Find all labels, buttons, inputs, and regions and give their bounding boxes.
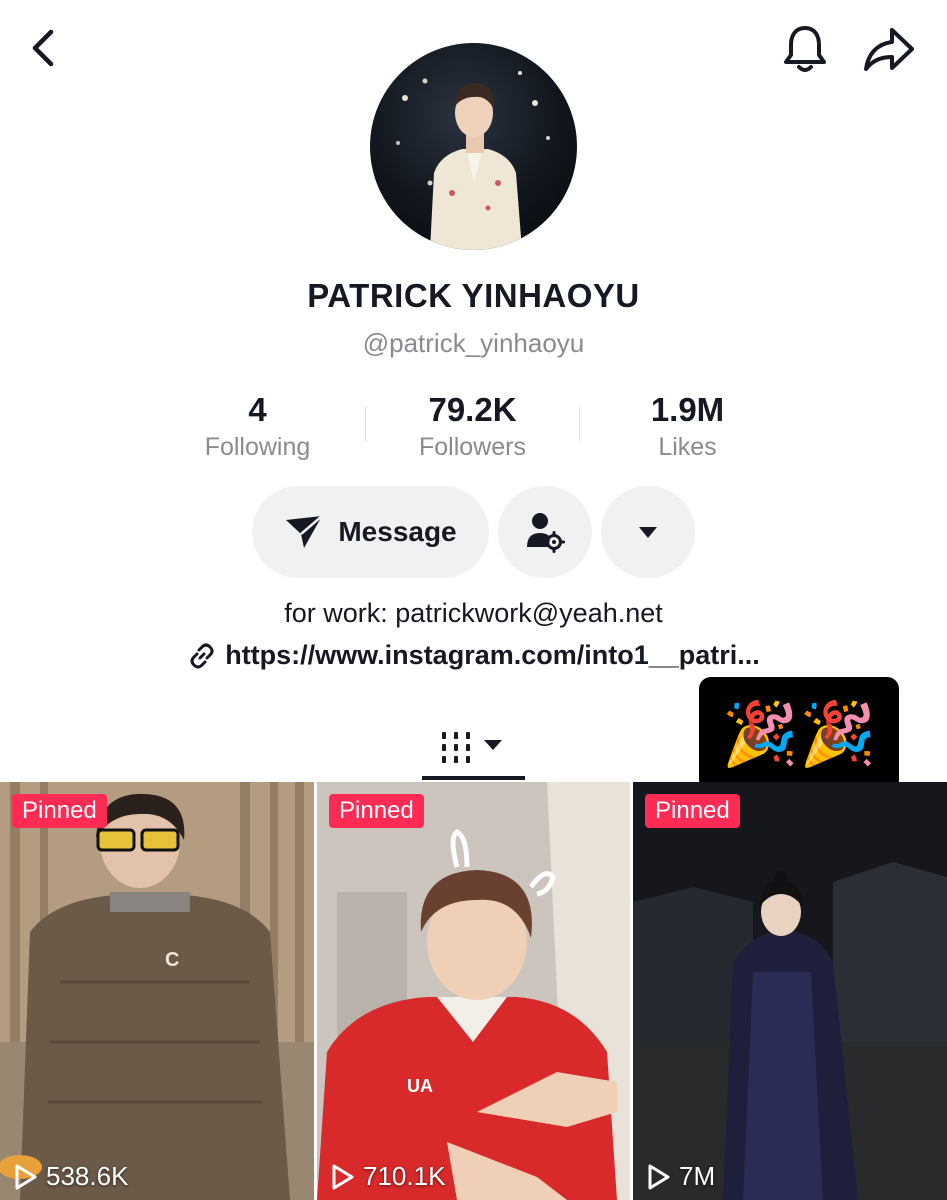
stat-likes[interactable]: 1.9M Likes <box>580 390 795 470</box>
stat-divider <box>365 406 366 442</box>
stat-label: Following <box>204 433 311 461</box>
more-options-button[interactable] <box>601 486 695 578</box>
svg-text:UA: UA <box>407 1076 433 1096</box>
display-name: PATRICK YINHAOYU <box>307 277 640 314</box>
svg-text:C: C <box>165 949 179 971</box>
bell-icon <box>784 26 826 72</box>
tab-videos[interactable] <box>422 718 525 778</box>
video-tile[interactable]: UA Pinned 710.1K <box>317 782 630 1200</box>
stat-following[interactable]: 4 Following <box>150 390 365 470</box>
celebration-popup: 🎉🎉 <box>699 677 899 792</box>
avatar[interactable] <box>370 43 577 250</box>
bio-text: for work: patrickwork@yeah.net <box>284 598 663 628</box>
pinned-badge: Pinned <box>329 794 424 828</box>
view-count: 7M <box>647 1161 715 1192</box>
stat-value: 4 <box>248 391 267 428</box>
stat-followers[interactable]: 79.2K Followers <box>365 390 580 470</box>
share-arrow-icon <box>864 28 914 71</box>
send-icon <box>286 515 324 548</box>
profile-actions: Message <box>0 486 947 580</box>
video-thumbnail <box>633 782 947 1200</box>
message-button[interactable]: Message <box>252 486 489 578</box>
party-popper-icon: 🎉🎉 <box>721 699 877 769</box>
pinned-badge: Pinned <box>645 794 740 828</box>
videos-grid-icon <box>441 732 502 763</box>
play-icon <box>648 1164 670 1189</box>
view-count-text: 538.6K <box>46 1161 129 1191</box>
message-button-label: Message <box>338 516 457 547</box>
bio-link-text: https://www.instagram.com/into1__patri..… <box>225 640 760 670</box>
tab-active-indicator <box>422 776 525 780</box>
view-count-text: 710.1K <box>363 1161 446 1191</box>
stats-row: 4 Following 79.2K Followers 1.9M Likes <box>150 390 796 470</box>
add-friend-button[interactable] <box>498 486 592 578</box>
video-grid: C Pinned 538.6K UA Pinned 710.1K Pinned … <box>0 782 947 1200</box>
stat-value: 79.2K <box>428 391 517 428</box>
avatar-photo <box>396 71 550 250</box>
user-settings-icon <box>527 513 565 553</box>
stat-label: Likes <box>658 433 717 461</box>
back-button[interactable] <box>18 22 70 74</box>
content-tabs: 🎉🎉 <box>0 677 947 792</box>
stat-label: Followers <box>419 433 526 461</box>
video-thumbnail: UA <box>317 782 630 1200</box>
caret-down-icon <box>639 527 657 538</box>
view-count-text: 7M <box>679 1161 716 1191</box>
pinned-badge: Pinned <box>12 794 107 828</box>
back-chevron-icon <box>32 29 54 67</box>
view-count: 538.6K <box>14 1161 128 1192</box>
bio-link[interactable]: https://www.instagram.com/into1__patri..… <box>0 640 947 671</box>
play-icon <box>15 1164 37 1189</box>
video-tile[interactable]: Pinned 7M <box>633 782 947 1200</box>
notification-bell-button[interactable] <box>778 22 832 76</box>
video-tile[interactable]: C Pinned 538.6K <box>0 782 314 1200</box>
view-count: 710.1K <box>331 1161 445 1192</box>
stat-value: 1.9M <box>650 391 725 428</box>
video-thumbnail: C <box>0 782 314 1200</box>
link-icon <box>190 643 214 668</box>
username: @patrick_yinhaoyu <box>362 328 585 358</box>
play-icon <box>332 1164 354 1189</box>
share-button[interactable] <box>860 22 918 76</box>
